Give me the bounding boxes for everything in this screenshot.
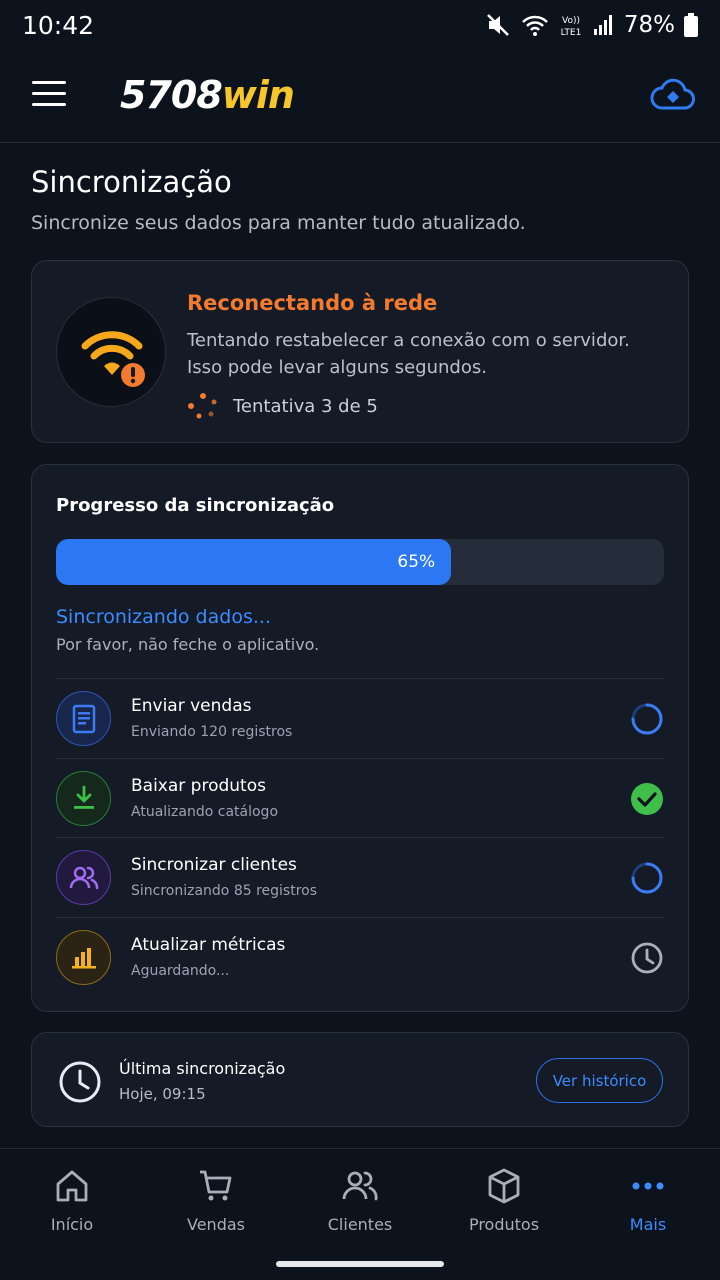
reconnect-line-1: Tentando restabelecer a conexão com o se… [187, 330, 630, 351]
users-icon [56, 850, 111, 905]
nav-item-clients[interactable]: Clientes [288, 1149, 432, 1248]
battery-percent: 78% [623, 12, 675, 38]
nav-label: Clientes [327, 1215, 393, 1234]
cart-icon [200, 1170, 232, 1201]
task-send-sales: Enviar vendas Enviando 120 registros [56, 678, 664, 758]
app-logo: 5708win [120, 72, 295, 118]
lte-text: LTE1 [561, 28, 582, 38]
nav-item-products[interactable]: Produtos [432, 1149, 576, 1248]
task-subtitle: Atualizando catálogo [131, 803, 279, 820]
document-icon [56, 691, 111, 746]
spinner-icon [631, 703, 663, 735]
task-subtitle: Sincronizando 85 registros [131, 883, 318, 899]
download-icon [56, 770, 111, 826]
reconnect-line-2: Isso pode levar alguns segundos. [187, 357, 487, 378]
nav-label: Início [50, 1215, 94, 1234]
home-icon [56, 1170, 88, 1202]
progress-bar: 65% [56, 539, 664, 585]
status-icons: Vo)) LTE1 78% [486, 12, 698, 38]
sync-status-text: Sincronizando dados... [56, 606, 271, 628]
nav-item-home[interactable]: Início [0, 1149, 144, 1248]
logo-number: 5708 [120, 73, 223, 117]
wifi-warning-icon [56, 297, 166, 407]
progress-bar-fill: 65% [56, 539, 452, 585]
volte-lte-icon: Vo)) LTE1 [561, 16, 582, 38]
reconnect-description: Tentando restabelecer a conexão com o se… [187, 327, 657, 381]
sync-note: Por favor, não feche o aplicativo. [56, 635, 320, 654]
last-sync-title: Última sincronização [119, 1059, 286, 1078]
progress-title: Progresso da sincronização [56, 495, 335, 516]
bar-chart-icon [56, 929, 111, 985]
task-title: Baixar produtos [131, 775, 266, 796]
task-download-products: Baixar produtos Atualizando catálogo [56, 757, 664, 838]
box-icon [488, 1168, 520, 1204]
battery-icon [684, 13, 698, 37]
app-header: 5708win [0, 50, 720, 143]
volte-text: Vo)) [562, 16, 580, 26]
wifi-status-icon [521, 15, 548, 36]
reconnect-title: Reconectando à rede [187, 291, 438, 315]
hamburger-menu-icon[interactable] [32, 80, 68, 110]
loading-dots-icon [188, 393, 217, 419]
task-subtitle: Enviando 120 registros [131, 724, 293, 740]
task-title: Atualizar métricas [131, 934, 286, 955]
nav-label: Mais [629, 1215, 667, 1234]
more-dots-icon [632, 1182, 664, 1190]
status-bar: 10:42 Vo)) LTE1 78% [0, 0, 720, 50]
task-title: Sincronizar clientes [131, 855, 297, 875]
page-subtitle: Sincronize seus dados para manter tudo a… [31, 212, 526, 234]
users-icon [342, 1171, 378, 1201]
cloud-sync-icon[interactable] [650, 76, 696, 116]
clock-icon [59, 1061, 101, 1103]
nav-item-sales[interactable]: Vendas [144, 1149, 288, 1248]
home-indicator[interactable] [276, 1261, 444, 1267]
task-title: Enviar vendas [131, 696, 252, 716]
mute-icon [486, 14, 509, 36]
nav-label: Vendas [187, 1215, 245, 1234]
task-update-metrics: Atualizar métricas Aguardando... [56, 916, 664, 997]
check-circle-icon [631, 782, 663, 815]
logo-word: win [221, 73, 295, 117]
task-subtitle: Aguardando... [131, 962, 230, 979]
last-sync-time: Hoje, 09:15 [119, 1085, 206, 1103]
page-title: Sincronização [31, 165, 232, 199]
task-sync-clients: Sincronizar clientes Sincronizando 85 re… [56, 837, 664, 917]
nav-item-more[interactable]: Mais [576, 1149, 720, 1248]
signal-icon [593, 15, 612, 35]
spinner-icon [631, 862, 663, 894]
progress-percent: 65% [397, 552, 436, 572]
view-history-button[interactable]: Ver histórico [536, 1058, 663, 1103]
task-list: Enviar vendas Enviando 120 registros Bai… [56, 678, 664, 996]
last-sync-card: Última sincronização Hoje, 09:15 Ver his… [31, 1032, 689, 1127]
bottom-nav: Início Vendas Clientes Produtos Mais [0, 1148, 720, 1248]
clock-icon [631, 942, 663, 973]
status-time: 10:42 [22, 10, 95, 40]
attempt-text: Tentativa 3 de 5 [233, 395, 378, 417]
attempt-indicator: Tentativa 3 de 5 [187, 392, 378, 420]
sync-progress-card: Progresso da sincronização 65% Sincroniz… [31, 464, 689, 1012]
reconnect-card: Reconectando à rede Tentando restabelece… [31, 260, 689, 443]
nav-label: Produtos [468, 1215, 540, 1234]
